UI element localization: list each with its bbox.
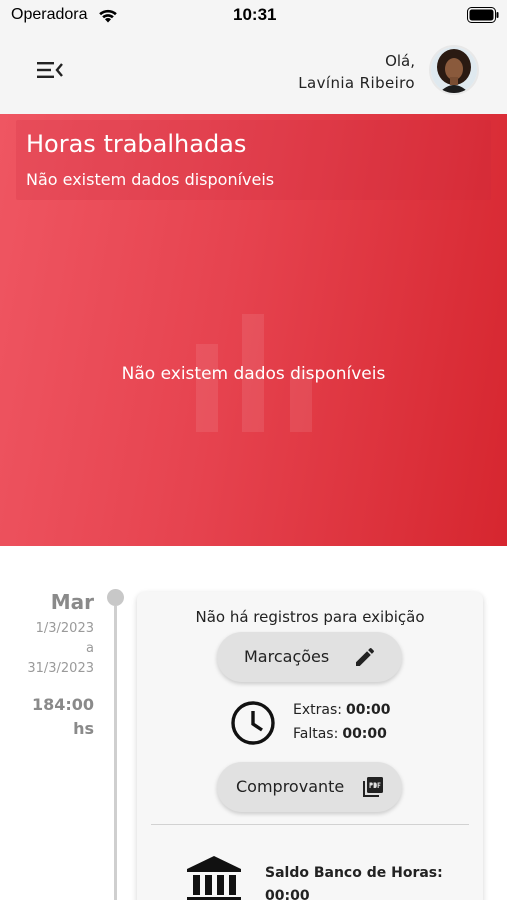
greeting-text: Olá, bbox=[385, 52, 415, 70]
faltas-label: Faltas: bbox=[293, 726, 339, 742]
worked-hours-subtitle: Não existem dados disponíveis bbox=[26, 170, 275, 189]
card-divider bbox=[151, 824, 469, 825]
worked-hours-title: Horas trabalhadas bbox=[26, 130, 247, 158]
marcacoes-button[interactable]: Marcações bbox=[217, 632, 402, 682]
timeline-dot bbox=[107, 589, 124, 606]
total-hours: 184:00 bbox=[31, 695, 94, 714]
pencil-icon bbox=[356, 647, 375, 666]
comprovante-label: Comprovante bbox=[236, 777, 345, 796]
chart-empty-message: Não existem dados disponíveis bbox=[121, 364, 386, 384]
carrier-label: Operadora bbox=[11, 6, 88, 23]
timeline-month: Mar bbox=[50, 590, 94, 614]
user-avatar[interactable] bbox=[429, 45, 479, 95]
timeline-line bbox=[114, 606, 117, 900]
extras-label: Extras: bbox=[293, 702, 342, 718]
extras-value: 00:00 bbox=[345, 702, 391, 718]
clock-icon bbox=[231, 701, 275, 745]
extras-metric: Extras: 00:00 bbox=[293, 702, 391, 718]
worked-hours-card: Horas trabalhadas Não existem dados disp… bbox=[0, 114, 507, 546]
period-separator: a bbox=[86, 641, 94, 656]
month-record-card: Não há registros para exibição Marcações… bbox=[137, 592, 483, 900]
pdf-icon bbox=[363, 777, 383, 797]
bank-icon bbox=[187, 856, 241, 900]
comprovante-button[interactable]: Comprovante bbox=[217, 762, 402, 812]
status-bar: Operadora 10:31 bbox=[0, 0, 507, 32]
wifi-icon bbox=[99, 9, 117, 23]
user-name: Lavínia Ribeiro bbox=[298, 74, 415, 92]
battery-icon bbox=[467, 7, 499, 23]
no-records-message: Não há registros para exibição bbox=[195, 608, 425, 626]
period-start-date: 1/3/2023 bbox=[35, 621, 94, 636]
period-end-date: 31/3/2023 bbox=[27, 661, 94, 676]
bank-balance-value: 00:00 bbox=[265, 888, 310, 900]
bank-balance-label: Saldo Banco de Horas: bbox=[265, 865, 443, 881]
menu-collapse-icon[interactable] bbox=[34, 56, 66, 84]
user-greeting: Olá, Lavínia Ribeiro bbox=[298, 50, 415, 94]
status-time: 10:31 bbox=[233, 5, 277, 24]
faltas-value: 00:00 bbox=[342, 726, 387, 742]
marcacoes-label: Marcações bbox=[244, 647, 330, 666]
app-header: Olá, Lavínia Ribeiro bbox=[0, 32, 507, 114]
faltas-metric: Faltas: 00:00 bbox=[293, 726, 387, 742]
hours-unit: hs bbox=[73, 719, 94, 738]
